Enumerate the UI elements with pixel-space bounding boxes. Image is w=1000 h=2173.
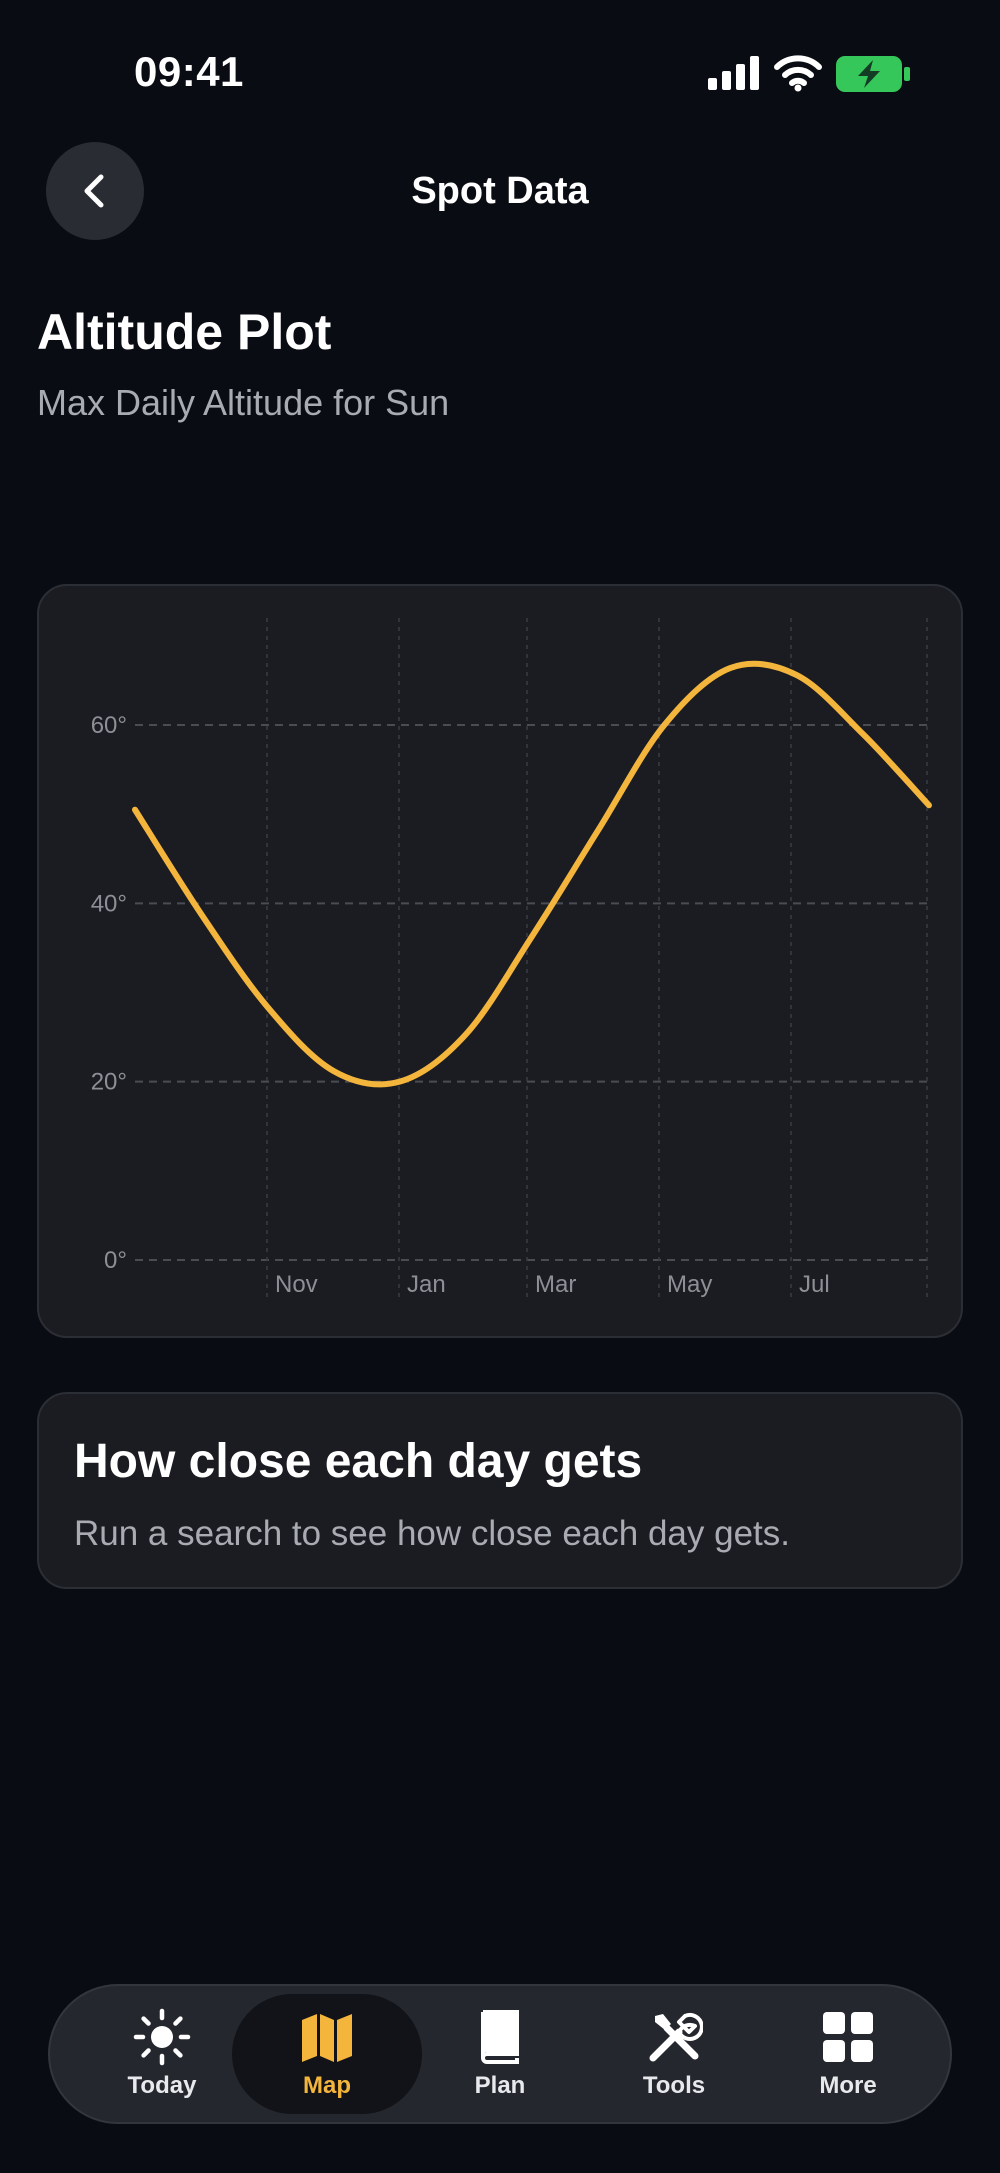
chart-y-axis: 0° 20° 40° 60° <box>91 712 127 1274</box>
tab-label-plan: Plan <box>474 2072 526 2099</box>
page-title: Altitude Plot <box>37 304 332 360</box>
x-tick-label: May <box>667 1271 712 1298</box>
chart-x-axis: Nov Jan Mar May Jul <box>275 1271 830 1298</box>
tab-label-today: Today <box>127 2072 197 2099</box>
spot-data-screen: 09:41 Spot Data Altitude Plot Max Daily … <box>0 0 1000 2173</box>
battery-charging-icon <box>836 56 910 92</box>
tab-today[interactable]: Today <box>74 1986 250 2122</box>
closeness-card-title: How close each day gets <box>74 1435 643 1488</box>
altitude-chart-card: 0° 20° 40° 60° Nov Jan Mar May Jul <box>37 584 963 1338</box>
book-icon <box>481 2010 519 2064</box>
status-bar: 09:41 <box>0 0 1000 130</box>
map-icon <box>302 2014 352 2062</box>
altitude-chart: 0° 20° 40° 60° Nov Jan Mar May Jul <box>91 618 932 1300</box>
chart-series <box>132 660 932 1088</box>
closeness-card: How close each day gets Run a search to … <box>37 1392 963 1589</box>
sun-icon <box>133 2008 191 2066</box>
y-tick-label: 60° <box>91 712 127 739</box>
cellular-signal-icon <box>708 56 759 90</box>
chart-grid <box>135 618 929 1300</box>
x-tick-label: Nov <box>275 1271 318 1298</box>
y-tick-label: 20° <box>91 1069 127 1096</box>
wifi-icon <box>774 55 822 92</box>
tab-label-map: Map <box>303 2072 351 2099</box>
tab-label-tools: Tools <box>642 2072 706 2099</box>
grid-icon <box>823 2012 873 2062</box>
tab-map[interactable]: Map <box>232 1994 422 2114</box>
nav-title: Spot Data <box>411 170 589 212</box>
tab-label-more: More <box>819 2072 877 2099</box>
sun-altitude-line <box>132 660 932 1088</box>
tab-more[interactable]: More <box>760 1986 936 2122</box>
x-tick-label: Mar <box>535 1271 576 1298</box>
x-tick-label: Jul <box>799 1271 830 1298</box>
x-tick-label: Jan <box>407 1271 446 1298</box>
tab-plan[interactable]: Plan <box>412 1986 588 2122</box>
y-tick-label: 40° <box>91 890 127 917</box>
page-subtitle: Max Daily Altitude for Sun <box>37 382 450 423</box>
closeness-card-text: Run a search to see how close each day g… <box>74 1514 790 1553</box>
status-time: 09:41 <box>134 48 244 95</box>
y-tick-label: 0° <box>104 1247 127 1274</box>
tools-icon <box>649 2012 703 2062</box>
tab-tools[interactable]: Tools <box>586 1986 762 2122</box>
tab-bar: Today Map Plan Tools More <box>48 1984 952 2124</box>
